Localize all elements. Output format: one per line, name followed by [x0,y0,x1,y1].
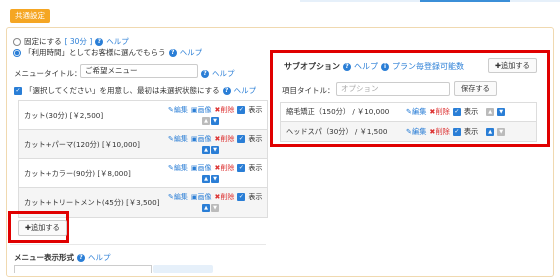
menu-title-label: メニュータイトル： [14,69,82,78]
move-down-button[interactable]: ▼ [211,175,219,183]
edit-link[interactable]: ✎編集 [168,163,188,173]
common-settings-tag: 共通設定 [10,9,50,23]
unselected-checkbox-row[interactable]: ✓ 「選択してください」を用意し、最初は未選択状態にする ? ヘルプ [14,85,256,96]
help-icon: ? [95,37,104,46]
move-up-button[interactable]: ▲ [486,127,495,136]
suboption-title: サブオプション [284,62,340,71]
menu-title-help[interactable]: ? ヘルプ [201,68,235,79]
menu-item-name: カット+パーマ(120分) [￥10,000] [24,140,140,149]
menu-table: カット(30分) [￥2,500] ✎編集 ▣画像 ✖削除 ✓ 表示 ▲ ▼ カッ… [18,100,268,218]
fixed-label: 固定にする [24,37,62,46]
unselected-checkbox[interactable]: ✓ [14,86,22,95]
menu-item-name: カット+カラー(90分) [￥8,000] [24,169,131,178]
help-icon: ? [201,69,209,78]
move-up-button[interactable]: ▲ [486,108,495,116]
unselected-help-link[interactable]: ヘルプ [234,85,257,96]
add-menu-button[interactable]: ✚追加する [18,220,67,236]
choose-label: 「利用時間」としてお客様に選んでもらう [24,48,166,57]
display-format-preview [153,265,213,273]
fixed-value: [ 30分 ] [64,37,93,46]
top-tab-underline [300,0,560,2]
suboption-name: 縮毛矯正（150分） / ￥10,000 [286,107,390,116]
show-label: 表示 [248,164,263,172]
edit-link[interactable]: ✎編集 [406,127,426,137]
image-link[interactable]: ▣画像 [191,105,212,115]
help-icon: ? [77,253,85,262]
delete-link[interactable]: ✖削除 [215,192,235,202]
display-format-select[interactable] [14,265,152,273]
image-link[interactable]: ▣画像 [191,163,212,173]
divider [10,244,266,245]
image-link[interactable]: ▣画像 [191,134,212,144]
table-row: カット+カラー(90分) [￥8,000] ✎編集 ▣画像 ✖削除 ✓ 表示 ▲ … [19,159,267,188]
show-checkbox[interactable]: ✓ [237,106,246,114]
suboption-name: ヘッドスパ（30分） / ￥1,500 [286,126,388,136]
move-up-button[interactable]: ▲ [202,175,210,183]
delete-link[interactable]: ✖削除 [215,163,235,173]
delete-link[interactable]: ✖削除 [429,107,449,117]
suboption-title-row: サブオプション ? ヘルプ i プラン毎登録可能数 [284,61,464,72]
show-checkbox[interactable]: ✓ [237,193,246,201]
menu-title-input[interactable]: ご希望メニュー [80,64,198,78]
move-down-button[interactable]: ▼ [497,108,506,116]
show-label: 表示 [248,135,263,143]
display-format-label: メニュー表示形式 [14,253,74,262]
delete-link[interactable]: ✖削除 [215,105,235,115]
show-label: 表示 [248,106,263,114]
display-format-row: メニュー表示形式 ? ヘルプ [14,252,111,263]
move-up-button[interactable]: ▲ [202,204,210,212]
delete-link[interactable]: ✖削除 [215,134,235,144]
table-row: カット+パーマ(120分) [￥10,000] ✎編集 ▣画像 ✖削除 ✓ 表示 … [19,130,267,159]
table-row: カット(30分) [￥2,500] ✎編集 ▣画像 ✖削除 ✓ 表示 ▲ ▼ [19,101,267,130]
info-icon: i [381,62,389,71]
item-title-input[interactable]: オプション [336,82,450,96]
edit-link[interactable]: ✎編集 [406,107,426,117]
delete-link[interactable]: ✖削除 [429,127,449,137]
menu-item-name: カット(30分) [￥2,500] [24,111,104,120]
add-suboption-button[interactable]: ✚追加する [488,58,537,73]
show-label: 表示 [248,193,263,201]
suboption-help-link[interactable]: ヘルプ [354,61,378,72]
show-checkbox[interactable]: ✓ [452,108,461,116]
plan-limit-link[interactable]: プラン毎登録可能数 [392,61,464,72]
image-link[interactable]: ▣画像 [191,192,212,202]
show-checkbox[interactable]: ✓ [237,135,246,143]
show-label: 表示 [463,126,479,136]
fixed-help-link[interactable]: ヘルプ [106,36,129,47]
show-checkbox[interactable]: ✓ [237,164,246,172]
save-button[interactable]: 保存する [454,81,497,96]
choose-radio-row[interactable]: 「利用時間」としてお客様に選んでもらう ? ヘルプ [13,47,202,58]
table-row: ヘッドスパ（30分） / ￥1,500 ✎編集 ✖削除 ✓ 表示 ▲ ▼ [281,122,536,141]
edit-link[interactable]: ✎編集 [168,134,188,144]
table-row: 縮毛矯正（150分） / ￥10,000 ✎編集 ✖削除 ✓ 表示 ▲ ▼ [281,103,536,122]
move-down-button[interactable]: ▼ [497,127,506,136]
choose-radio[interactable] [13,48,21,57]
suboption-table: 縮毛矯正（150分） / ￥10,000 ✎編集 ✖削除 ✓ 表示 ▲ ▼ ヘッド… [280,102,537,142]
edit-link[interactable]: ✎編集 [168,192,188,202]
show-checkbox[interactable]: ✓ [452,127,461,136]
choose-help-link[interactable]: ヘルプ [180,47,203,58]
display-format-help-link[interactable]: ヘルプ [88,252,111,263]
fixed-radio-row[interactable]: 固定にする [ 30分 ] ? ヘルプ [13,36,129,47]
edit-link[interactable]: ✎編集 [168,105,188,115]
help-icon: ? [343,62,351,71]
help-icon: ? [168,48,177,57]
show-label: 表示 [463,107,479,116]
move-down-button[interactable]: ▼ [211,146,219,154]
move-down-button[interactable]: ▼ [211,204,219,212]
move-down-button[interactable]: ▼ [211,117,219,125]
unselected-label: 「選択してください」を用意し、最初は未選択状態にする [25,86,220,95]
suboption-panel: サブオプション ? ヘルプ i プラン毎登録可能数 ✚追加する 項目タイトル： … [274,52,546,144]
move-up-button[interactable]: ▲ [202,146,210,154]
move-up-button[interactable]: ▲ [202,117,210,125]
item-title-label: 項目タイトル： [282,86,335,95]
help-icon: ? [222,86,231,95]
fixed-radio[interactable] [13,37,21,46]
